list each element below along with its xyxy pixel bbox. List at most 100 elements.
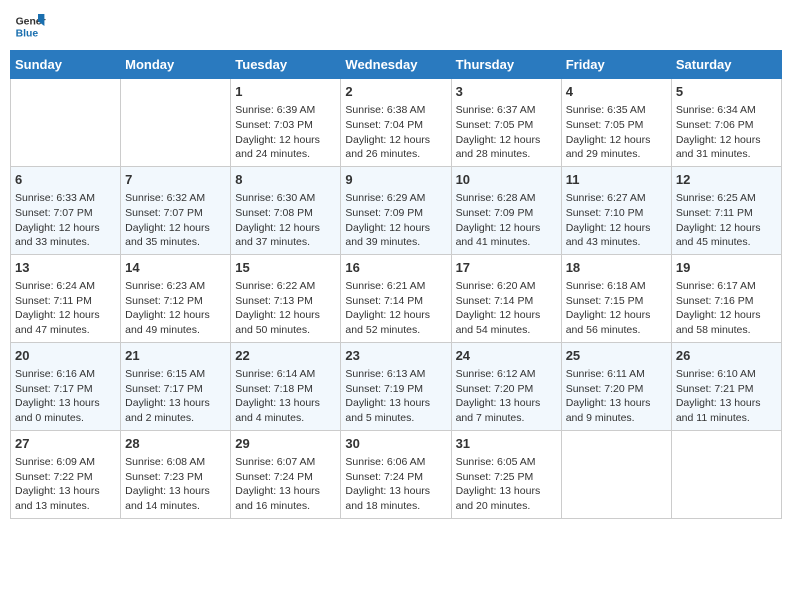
day-number: 17 — [456, 259, 557, 277]
day-info: Sunset: 7:09 PM — [345, 206, 446, 221]
calendar-cell: 2Sunrise: 6:38 AMSunset: 7:04 PMDaylight… — [341, 79, 451, 167]
day-info: Daylight: 12 hours and 37 minutes. — [235, 221, 336, 250]
day-info: Daylight: 12 hours and 43 minutes. — [566, 221, 667, 250]
day-number: 30 — [345, 435, 446, 453]
day-info: Daylight: 13 hours and 2 minutes. — [125, 396, 226, 425]
day-info: Sunrise: 6:16 AM — [15, 367, 116, 382]
calendar-cell: 28Sunrise: 6:08 AMSunset: 7:23 PMDayligh… — [121, 430, 231, 518]
day-info: Sunrise: 6:32 AM — [125, 191, 226, 206]
day-info: Sunrise: 6:24 AM — [15, 279, 116, 294]
day-number: 24 — [456, 347, 557, 365]
day-info: Sunrise: 6:07 AM — [235, 455, 336, 470]
calendar-header: SundayMondayTuesdayWednesdayThursdayFrid… — [11, 51, 782, 79]
day-info: Daylight: 13 hours and 0 minutes. — [15, 396, 116, 425]
calendar-cell: 26Sunrise: 6:10 AMSunset: 7:21 PMDayligh… — [671, 342, 781, 430]
calendar-cell: 5Sunrise: 6:34 AMSunset: 7:06 PMDaylight… — [671, 79, 781, 167]
calendar-cell: 16Sunrise: 6:21 AMSunset: 7:14 PMDayligh… — [341, 254, 451, 342]
day-info: Daylight: 12 hours and 31 minutes. — [676, 133, 777, 162]
day-info: Sunrise: 6:18 AM — [566, 279, 667, 294]
day-info: Daylight: 13 hours and 11 minutes. — [676, 396, 777, 425]
day-info: Sunset: 7:20 PM — [456, 382, 557, 397]
day-info: Sunrise: 6:20 AM — [456, 279, 557, 294]
day-info: Sunrise: 6:28 AM — [456, 191, 557, 206]
weekday-header: Monday — [121, 51, 231, 79]
day-info: Daylight: 12 hours and 54 minutes. — [456, 308, 557, 337]
calendar-cell: 17 Sunrise: 6:20 AMSunset: 7:14 PMDayligh… — [451, 254, 561, 342]
day-info: Daylight: 12 hours and 28 minutes. — [456, 133, 557, 162]
day-info: Sunset: 7:14 PM — [456, 294, 557, 309]
day-info: Sunset: 7:24 PM — [235, 470, 336, 485]
calendar-cell: 6 Sunrise: 6:33 AMSunset: 7:07 PMDaylight… — [11, 166, 121, 254]
day-info: Sunrise: 6:29 AM — [345, 191, 446, 206]
calendar-cell: 9Sunrise: 6:29 AMSunset: 7:09 PMDaylight… — [341, 166, 451, 254]
day-info: Sunset: 7:16 PM — [676, 294, 777, 309]
day-info: Sunrise: 6:08 AM — [125, 455, 226, 470]
day-info: Sunrise: 6:33 AM — [15, 191, 116, 206]
day-info: Sunset: 7:25 PM — [456, 470, 557, 485]
day-info: Sunset: 7:09 PM — [456, 206, 557, 221]
calendar-cell: 27Sunrise: 6:09 AMSunset: 7:22 PMDayligh… — [11, 430, 121, 518]
day-number: 22 — [235, 347, 336, 365]
calendar-cell: 31Sunrise: 6:05 AMSunset: 7:25 PMDayligh… — [451, 430, 561, 518]
calendar-cell: 30 Sunrise: 6:06 AMSunset: 7:24 PMDayligh… — [341, 430, 451, 518]
weekday-header: Wednesday — [341, 51, 451, 79]
day-info: Sunset: 7:03 PM — [235, 118, 336, 133]
weekday-header: Tuesday — [231, 51, 341, 79]
day-info: Sunset: 7:15 PM — [566, 294, 667, 309]
day-info: Sunset: 7:04 PM — [345, 118, 446, 133]
day-info: Daylight: 12 hours and 58 minutes. — [676, 308, 777, 337]
day-info: Sunset: 7:17 PM — [15, 382, 116, 397]
day-info: Daylight: 13 hours and 20 minutes. — [456, 484, 557, 513]
day-number: 21 — [125, 347, 226, 365]
day-info: Sunrise: 6:14 AM — [235, 367, 336, 382]
day-info: Daylight: 13 hours and 16 minutes. — [235, 484, 336, 513]
calendar-cell: 24Sunrise: 6:12 AMSunset: 7:20 PMDayligh… — [451, 342, 561, 430]
day-info: Sunset: 7:24 PM — [345, 470, 446, 485]
day-info: Sunrise: 6:25 AM — [676, 191, 777, 206]
day-info: Daylight: 12 hours and 33 minutes. — [15, 221, 116, 250]
day-info: Daylight: 12 hours and 26 minutes. — [345, 133, 446, 162]
day-info: Daylight: 12 hours and 45 minutes. — [676, 221, 777, 250]
day-number: 18 — [566, 259, 667, 277]
day-info: Daylight: 13 hours and 18 minutes. — [345, 484, 446, 513]
calendar-cell: 13Sunrise: 6:24 AMSunset: 7:11 PMDayligh… — [11, 254, 121, 342]
day-info: Daylight: 12 hours and 47 minutes. — [15, 308, 116, 337]
day-info: Sunset: 7:19 PM — [345, 382, 446, 397]
day-info: Daylight: 13 hours and 5 minutes. — [345, 396, 446, 425]
calendar-cell: 25Sunrise: 6:11 AMSunset: 7:20 PMDayligh… — [561, 342, 671, 430]
day-number: 6 — [15, 171, 116, 189]
day-info: Daylight: 13 hours and 13 minutes. — [15, 484, 116, 513]
day-number: 25 — [566, 347, 667, 365]
day-info: Sunrise: 6:34 AM — [676, 103, 777, 118]
day-info: Sunrise: 6:27 AM — [566, 191, 667, 206]
day-info: Sunrise: 6:12 AM — [456, 367, 557, 382]
calendar-cell: 21Sunrise: 6:15 AMSunset: 7:17 PMDayligh… — [121, 342, 231, 430]
day-info: Sunset: 7:07 PM — [15, 206, 116, 221]
day-info: Sunset: 7:21 PM — [676, 382, 777, 397]
day-info: Sunset: 7:05 PM — [456, 118, 557, 133]
day-info: Sunset: 7:20 PM — [566, 382, 667, 397]
calendar-cell: 11Sunrise: 6:27 AMSunset: 7:10 PMDayligh… — [561, 166, 671, 254]
day-info: Sunset: 7:18 PM — [235, 382, 336, 397]
day-info: Sunrise: 6:30 AM — [235, 191, 336, 206]
weekday-header: Friday — [561, 51, 671, 79]
day-number: 19 — [676, 259, 777, 277]
day-number: 3 — [456, 83, 557, 101]
day-number: 2 — [345, 83, 446, 101]
day-number: 31 — [456, 435, 557, 453]
day-info: Sunrise: 6:11 AM — [566, 367, 667, 382]
svg-text:Blue: Blue — [16, 28, 39, 39]
day-info: Sunset: 7:06 PM — [676, 118, 777, 133]
calendar-cell — [561, 430, 671, 518]
calendar-cell — [11, 79, 121, 167]
day-info: Daylight: 12 hours and 29 minutes. — [566, 133, 667, 162]
day-number: 27 — [15, 435, 116, 453]
day-info: Sunrise: 6:10 AM — [676, 367, 777, 382]
day-info: Sunrise: 6:06 AM — [345, 455, 446, 470]
calendar-cell — [121, 79, 231, 167]
logo: General Blue — [14, 10, 46, 42]
day-info: Daylight: 12 hours and 39 minutes. — [345, 221, 446, 250]
day-number: 1 — [235, 83, 336, 101]
day-info: Sunrise: 6:39 AM — [235, 103, 336, 118]
day-info: Sunset: 7:11 PM — [676, 206, 777, 221]
